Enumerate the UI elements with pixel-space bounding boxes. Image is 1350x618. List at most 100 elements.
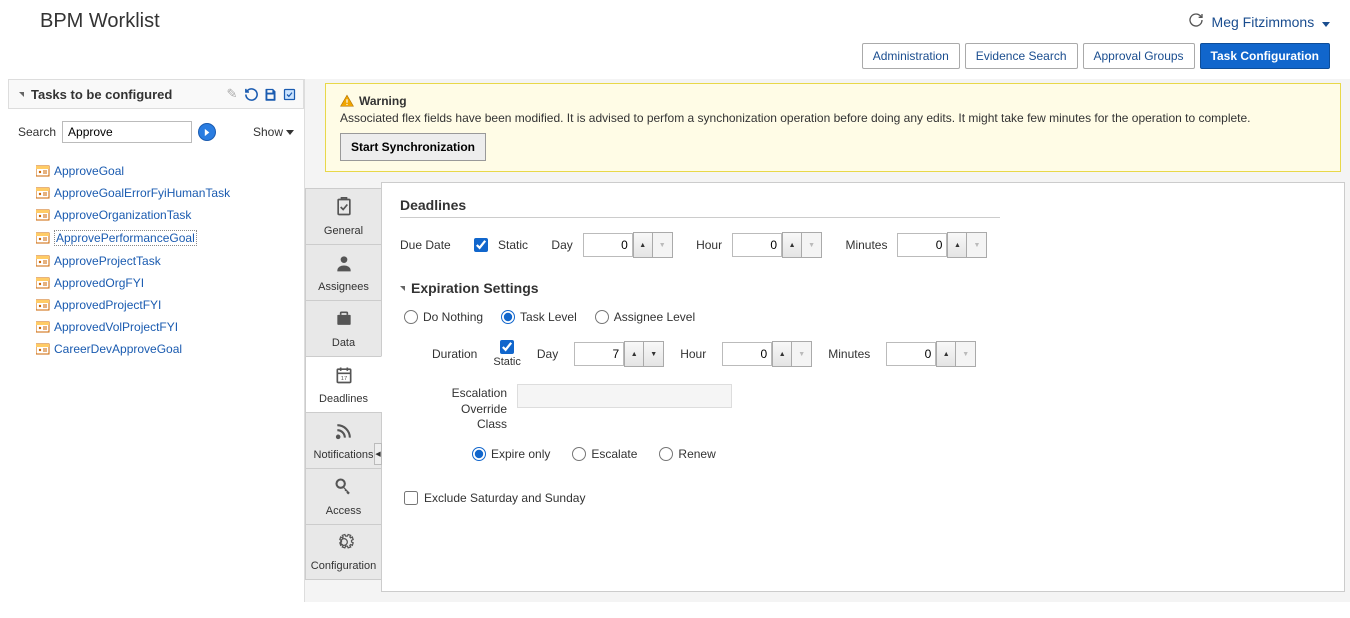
task-link[interactable]: ApproveOrganizationTask — [54, 208, 191, 222]
task-link[interactable]: ApproveGoalErrorFyiHumanTask — [54, 186, 230, 200]
escalation-input[interactable] — [517, 384, 732, 408]
due-min-down[interactable]: ▼ — [967, 232, 987, 258]
svg-text:17: 17 — [340, 376, 346, 382]
deadlines-section-title: Deadlines — [400, 197, 1000, 218]
task-icon — [36, 299, 50, 311]
warning-box: Warning Associated flex fields have been… — [325, 83, 1341, 172]
due-hour-up[interactable]: ▲ — [782, 232, 802, 258]
evidence-search-button[interactable]: Evidence Search — [965, 43, 1078, 69]
user-menu[interactable]: Meg Fitzimmons — [1212, 14, 1330, 30]
task-list: ApproveGoal ApproveGoalErrorFyiHumanTask A… — [8, 155, 304, 370]
task-configuration-button[interactable]: Task Configuration — [1200, 43, 1330, 69]
task-item[interactable]: ApproveOrganizationTask — [36, 204, 294, 226]
task-icon — [36, 187, 50, 199]
radio-renew[interactable]: Renew — [659, 447, 715, 461]
task-item[interactable]: ApproveGoalErrorFyiHumanTask — [36, 182, 294, 204]
task-item[interactable]: ApproveProjectTask — [36, 250, 294, 272]
radio-assignee-level[interactable]: Assignee Level — [595, 310, 695, 324]
start-sync-button[interactable]: Start Synchronization — [340, 133, 486, 161]
due-hour-label: Hour — [696, 238, 722, 252]
task-item[interactable]: ApprovedProjectFYI — [36, 294, 294, 316]
vtab-general[interactable]: General — [305, 188, 381, 244]
exp-min-down[interactable]: ▼ — [956, 341, 976, 367]
notifications-icon — [334, 421, 354, 446]
radio-escalate[interactable]: Escalate — [572, 447, 637, 461]
vtab-data[interactable]: Data — [305, 300, 381, 356]
due-minutes-label: Minutes — [845, 238, 887, 252]
task-link[interactable]: CareerDevApproveGoal — [54, 342, 182, 356]
expand-icon[interactable] — [400, 286, 405, 291]
chevron-down-icon — [286, 130, 294, 135]
approval-groups-button[interactable]: Approval Groups — [1083, 43, 1195, 69]
due-day-input[interactable] — [583, 233, 633, 257]
vtab-label: Assignees — [318, 281, 369, 293]
task-item[interactable]: ApprovedVolProjectFYI — [36, 316, 294, 338]
radio-task-level[interactable]: Task Level — [501, 310, 577, 324]
warning-text: Associated flex fields have been modifie… — [340, 111, 1326, 125]
escalate-label: Escalate — [591, 447, 637, 461]
warning-icon — [340, 94, 354, 108]
due-hour-down[interactable]: ▼ — [802, 232, 822, 258]
task-icon — [36, 343, 50, 355]
deadlines-icon: 17 — [334, 365, 354, 390]
task-item[interactable]: ApprovedOrgFYI — [36, 272, 294, 294]
vtab-assignees[interactable]: Assignees — [305, 244, 381, 300]
vtab-access[interactable]: Access — [305, 468, 381, 524]
task-level-label: Task Level — [520, 310, 577, 324]
exp-hour-up[interactable]: ▲ — [772, 341, 792, 367]
page-title: BPM Worklist — [40, 10, 160, 33]
task-icon — [36, 277, 50, 289]
assignees-icon — [334, 253, 354, 278]
vtab-label: Configuration — [311, 560, 376, 572]
vtab-deadlines[interactable]: 17Deadlines — [305, 356, 382, 412]
exp-hour-down[interactable]: ▼ — [792, 341, 812, 367]
due-hour-input[interactable] — [732, 233, 782, 257]
exp-day-input[interactable] — [574, 342, 624, 366]
due-static-checkbox[interactable] — [474, 238, 488, 252]
exp-min-up[interactable]: ▲ — [936, 341, 956, 367]
due-minutes-input[interactable] — [897, 233, 947, 257]
vtab-label: General — [324, 225, 363, 237]
exp-minutes-input[interactable] — [886, 342, 936, 366]
vtab-notifications[interactable]: Notifications — [305, 412, 381, 468]
assignee-level-label: Assignee Level — [614, 310, 695, 324]
radio-expire-only[interactable]: Expire only — [472, 447, 550, 461]
task-item[interactable]: ApprovePerformanceGoal — [36, 226, 294, 250]
revert-icon[interactable] — [243, 86, 259, 102]
task-link[interactable]: ApproveProjectTask — [54, 254, 161, 268]
user-name-label: Meg Fitzimmons — [1212, 14, 1315, 30]
exp-static-checkbox[interactable] — [500, 340, 514, 354]
search-go-button[interactable] — [198, 123, 216, 141]
task-link[interactable]: ApprovedProjectFYI — [54, 298, 161, 312]
vtab-configuration[interactable]: Configuration — [305, 524, 381, 580]
task-item[interactable]: ApproveGoal — [36, 160, 294, 182]
show-dropdown[interactable]: Show — [253, 125, 294, 139]
radio-do-nothing[interactable]: Do Nothing — [404, 310, 483, 324]
exp-hour-input[interactable] — [722, 342, 772, 366]
collapse-handle[interactable]: ◀ — [374, 443, 382, 465]
search-input[interactable] — [62, 121, 192, 143]
task-link[interactable]: ApproveGoal — [54, 164, 124, 178]
warning-title-text: Warning — [359, 94, 407, 108]
task-link[interactable]: ApprovePerformanceGoal — [54, 230, 197, 246]
exp-day-label: Day — [537, 347, 558, 361]
vtab-label: Notifications — [314, 449, 374, 461]
refresh-icon[interactable] — [1188, 12, 1204, 31]
configuration-icon — [334, 532, 354, 557]
exclude-weekend-checkbox[interactable] — [404, 491, 418, 505]
expand-icon[interactable] — [19, 92, 24, 97]
exp-day-down[interactable]: ▼ — [644, 341, 664, 367]
task-link[interactable]: ApprovedOrgFYI — [54, 276, 144, 290]
save-icon[interactable] — [262, 86, 278, 102]
exp-day-up[interactable]: ▲ — [624, 341, 644, 367]
edit-icon[interactable]: ✎ — [224, 86, 240, 102]
renew-label: Renew — [678, 447, 715, 461]
due-day-up[interactable]: ▲ — [633, 232, 653, 258]
data-icon — [334, 309, 354, 334]
commit-icon[interactable] — [281, 86, 297, 102]
due-min-up[interactable]: ▲ — [947, 232, 967, 258]
due-day-down[interactable]: ▼ — [653, 232, 673, 258]
task-link[interactable]: ApprovedVolProjectFYI — [54, 320, 178, 334]
administration-button[interactable]: Administration — [862, 43, 960, 69]
task-item[interactable]: CareerDevApproveGoal — [36, 338, 294, 360]
